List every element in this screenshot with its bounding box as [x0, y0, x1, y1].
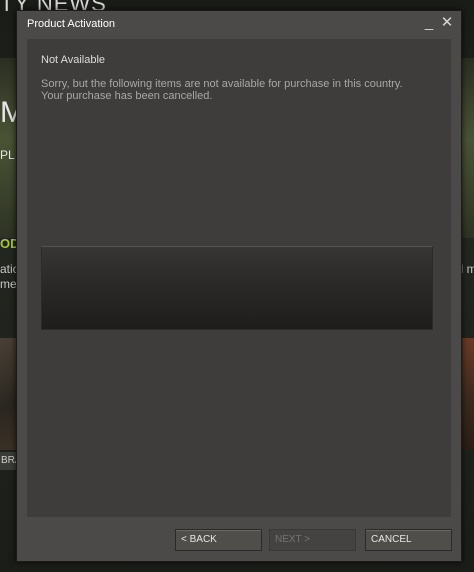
dialog-content: Not Available Sorry, but the following i… [27, 39, 451, 517]
close-icon[interactable]: ✕ [439, 14, 455, 32]
background-text-line: me [0, 277, 17, 291]
next-button[interactable]: NEXT > [269, 529, 356, 551]
unavailable-items-list[interactable] [41, 246, 433, 330]
status-heading: Not Available [41, 54, 106, 66]
dialog-title: Product Activation [27, 18, 116, 30]
minimize-icon[interactable]: _ [421, 14, 437, 32]
product-activation-dialog: Product Activation _ ✕ Not Available Sor… [16, 10, 462, 562]
back-button[interactable]: < BACK [175, 529, 262, 551]
status-message: Sorry, but the following items are not a… [41, 78, 403, 102]
background-banner-subtitle: PL [0, 148, 15, 162]
dialog-titlebar[interactable]: Product Activation _ ✕ [17, 11, 461, 39]
cancel-button[interactable]: CANCEL [365, 529, 452, 551]
background-thumbnail [462, 338, 474, 450]
